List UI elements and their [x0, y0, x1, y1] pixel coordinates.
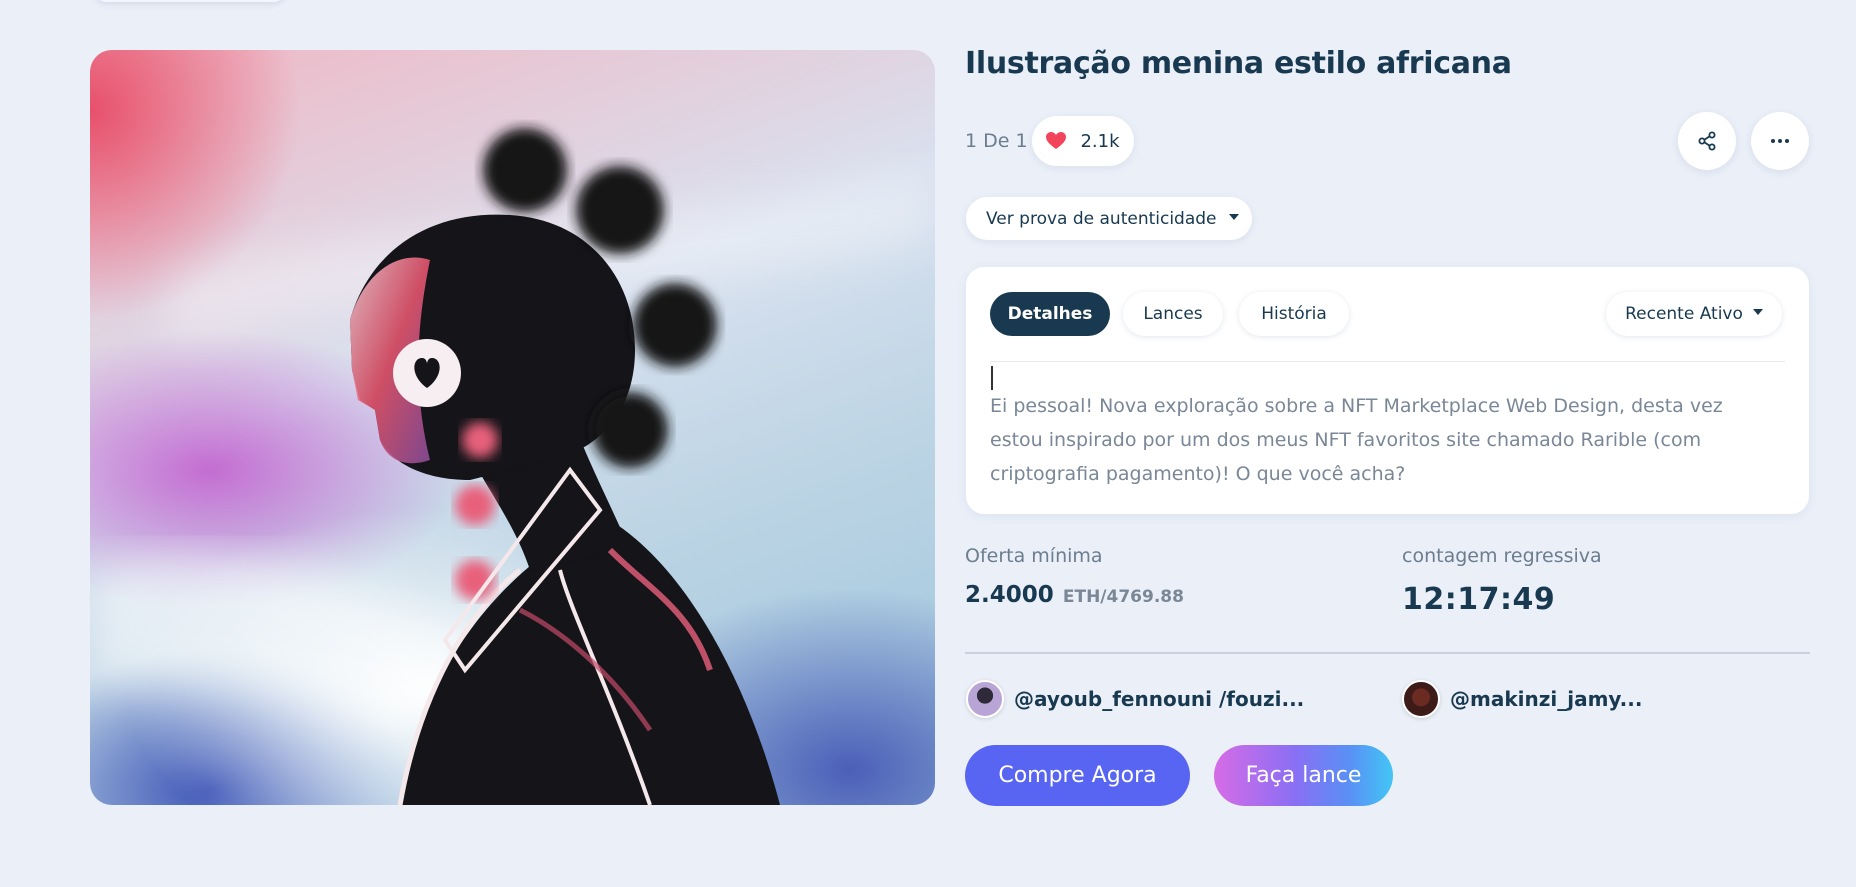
share-button[interactable] [1678, 112, 1736, 170]
like-button[interactable]: 2.1k [1032, 116, 1134, 166]
item-description: Ei pessoal! Nova exploração sobre a NFT … [990, 395, 1723, 485]
authenticity-proof-dropdown[interactable]: Ver prova de autenticidade [966, 197, 1252, 240]
buy-now-button[interactable]: Compre Agora [965, 745, 1190, 806]
owner-user[interactable]: @makinzi_jamy... [1402, 680, 1642, 718]
heart-icon [1046, 132, 1067, 149]
avatar [966, 680, 1004, 718]
more-horizontal-icon [1771, 139, 1789, 143]
tab-details[interactable]: Detalhes [990, 292, 1110, 336]
tab-history[interactable]: História [1239, 292, 1349, 336]
avatar [1402, 680, 1440, 718]
share-icon [1698, 131, 1716, 151]
authenticity-proof-label: Ver prova de autenticidade [986, 208, 1217, 229]
nft-artwork [90, 50, 935, 805]
minimum-offer-label: Oferta mínima [965, 545, 1103, 567]
caret-down-icon [1752, 309, 1763, 315]
sort-dropdown[interactable]: Recente Ativo [1606, 292, 1782, 336]
card-divider [990, 361, 1785, 362]
woman-silhouette-illustration [90, 128, 935, 805]
price-value: 2.4000 [965, 582, 1054, 608]
sort-dropdown-label: Recente Ativo [1625, 304, 1743, 324]
countdown-label: contagem regressiva [1402, 545, 1602, 567]
text-cursor [991, 366, 993, 390]
minimum-offer-price: 2.4000 ETH/4769.88 [965, 582, 1184, 608]
user-handle: @makinzi_jamy... [1450, 687, 1643, 711]
creator-user[interactable]: @ayoub_fennouni /fouzi... [966, 680, 1304, 718]
price-unit: ETH/4769.88 [1062, 587, 1184, 607]
section-divider [965, 652, 1810, 654]
nft-detail-page: Ilustração menina estilo africana 1 De 1… [0, 0, 1856, 887]
caret-down-icon [1228, 213, 1239, 220]
place-bid-button[interactable]: Faça lance [1214, 745, 1393, 806]
more-options-button[interactable] [1751, 112, 1809, 170]
top-tab-edge[interactable] [95, 0, 285, 2]
product-title: Ilustração menina estilo africana [965, 46, 1512, 81]
tab-bids[interactable]: Lances [1123, 292, 1223, 336]
countdown-timer: 12:17:49 [1402, 582, 1556, 617]
details-card: Detalhes Lances História Recente Ativo E… [966, 267, 1809, 514]
edition-count: 1 De 1 [965, 130, 1028, 152]
likes-count: 2.1k [1080, 130, 1120, 152]
user-handle: @ayoub_fennouni /fouzi... [1014, 687, 1305, 711]
